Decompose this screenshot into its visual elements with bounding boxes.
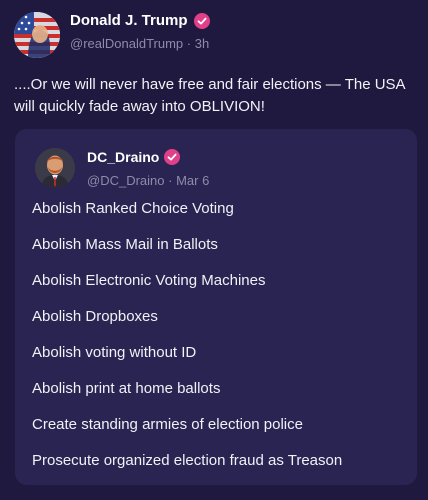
- flag-portrait-icon: [14, 12, 60, 58]
- quoted-author-meta: @DC_Draino · Mar 6: [87, 173, 209, 188]
- verified-badge-icon: [193, 12, 210, 29]
- meta-separator: ·: [186, 36, 192, 51]
- quoted-author-name-row: DC_Draino: [87, 149, 181, 165]
- quoted-line: Abolish Mass Mail in Ballots: [32, 236, 218, 253]
- quoted-post-timestamp[interactable]: Mar 6: [176, 173, 209, 188]
- quoted-line: Abolish Dropboxes: [32, 308, 158, 325]
- avatar[interactable]: [14, 12, 60, 58]
- verified-badge-icon: [164, 149, 181, 165]
- quoted-post-card[interactable]: DC_Draino @DC_Draino · Mar 6 Abolish Ran…: [15, 129, 417, 485]
- author-display-name[interactable]: Donald J. Trump: [70, 12, 188, 29]
- portrait-icon: [35, 148, 75, 188]
- quoted-line: Abolish voting without ID: [32, 344, 197, 361]
- quoted-line: Abolish print at home ballots: [32, 380, 221, 397]
- author-handle[interactable]: @realDonaldTrump: [70, 36, 183, 51]
- quoted-author-display-name[interactable]: DC_Draino: [87, 149, 159, 165]
- post-body-text: ....Or we will never have free and fair …: [14, 76, 405, 115]
- quoted-line: Abolish Electronic Voting Machines: [32, 272, 266, 289]
- quoted-author-avatar[interactable]: [35, 148, 75, 188]
- quoted-line: Abolish Ranked Choice Voting: [32, 200, 234, 217]
- author-meta: @realDonaldTrump · 3h: [70, 36, 209, 51]
- quoted-post-lines: Abolish Ranked Choice Voting Abolish Mas…: [32, 200, 342, 488]
- truth-post: Donald J. Trump @realDonaldTrump · 3h ..…: [0, 0, 428, 500]
- quoted-line: Create standing armies of election polic…: [32, 416, 303, 433]
- meta-separator: ·: [168, 173, 173, 188]
- quoted-author-handle[interactable]: @DC_Draino: [87, 173, 165, 188]
- author-name-row: Donald J. Trump: [70, 12, 210, 29]
- quoted-line: Prosecute organized election fraud as Tr…: [32, 452, 343, 469]
- post-timestamp[interactable]: 3h: [195, 36, 209, 51]
